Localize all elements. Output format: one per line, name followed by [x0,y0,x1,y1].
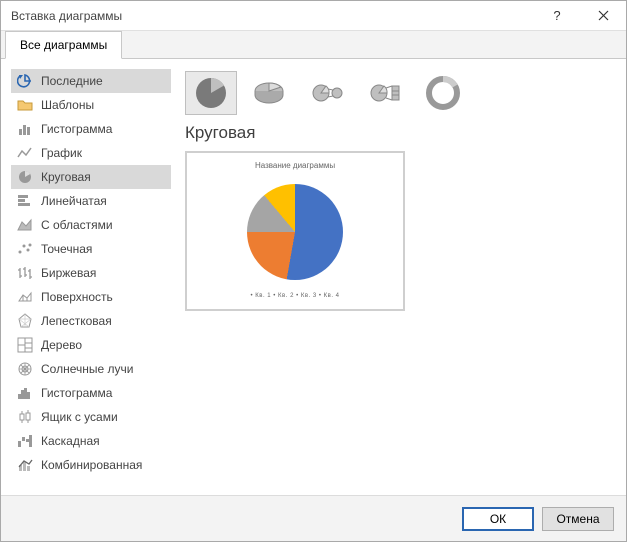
preview-pie [247,184,343,280]
dialog-window: Вставка диаграммы ? Все диаграммы Послед… [0,0,627,542]
titlebar: Вставка диаграммы ? [1,1,626,31]
area-chart-icon [17,217,33,233]
tabs-row: Все диаграммы [1,31,626,59]
sidebar-item-boxwhisker[interactable]: Ящик с усами [11,405,171,429]
subtype-bar-of-pie[interactable] [359,71,411,115]
sidebar-item-label: Каскадная [41,434,100,448]
sidebar-item-bar[interactable]: Линейчатая [11,189,171,213]
combo-chart-icon [17,457,33,473]
boxwhisker-icon [17,409,33,425]
sidebar-item-label: Шаблоны [41,98,94,112]
chart-preview-inner: Название диаграммы • Кв. 1 • Кв. 2 • Кв.… [191,157,399,305]
sidebar-item-label: Лепестковая [41,314,112,328]
sidebar-item-pie[interactable]: Круговая [11,165,171,189]
subtype-row [185,69,616,117]
histogram-icon [17,385,33,401]
bar-chart-icon [17,193,33,209]
chart-category-list: Последние Шаблоны Гистограмма График [11,69,171,495]
sidebar-item-surface[interactable]: Поверхность [11,285,171,309]
sidebar-item-label: Солнечные лучи [41,362,133,376]
sidebar-item-recent[interactable]: Последние [11,69,171,93]
radar-chart-icon [17,313,33,329]
waterfall-icon [17,433,33,449]
close-button[interactable] [580,1,626,31]
sidebar-item-treemap[interactable]: Дерево [11,333,171,357]
cancel-label: Отмена [556,512,599,526]
window-title: Вставка диаграммы [11,9,122,23]
pie-chart-icon [17,169,33,185]
sidebar-item-area[interactable]: С областями [11,213,171,237]
surface-chart-icon [17,289,33,305]
stock-chart-icon [17,265,33,281]
chart-type-title: Круговая [185,123,616,143]
treemap-icon [17,337,33,353]
subtype-pie[interactable] [185,71,237,115]
subtype-doughnut[interactable] [417,71,469,115]
sidebar-item-stock[interactable]: Биржевая [11,261,171,285]
cancel-button[interactable]: Отмена [542,507,614,531]
subtype-pie-3d[interactable] [243,71,295,115]
preview-legend: • Кв. 1 • Кв. 2 • Кв. 3 • Кв. 4 [251,293,340,299]
column-chart-icon [17,121,33,137]
sunburst-icon [17,361,33,377]
sidebar-item-combo[interactable]: Комбинированная [11,453,171,477]
sidebar-item-label: Гистограмма [41,122,112,136]
tab-label: Все диаграммы [20,38,107,52]
sidebar-item-label: Линейчатая [41,194,107,208]
sidebar-item-sunburst[interactable]: Солнечные лучи [11,357,171,381]
sidebar-item-label: Последние [41,74,103,88]
sidebar-item-label: Ящик с усами [41,410,118,424]
ok-button[interactable]: ОК [462,507,534,531]
content-pane: Круговая Название диаграммы • Кв. 1 • Кв… [171,69,616,495]
sidebar-item-label: Гистограмма [41,386,112,400]
sidebar-item-label: Комбинированная [41,458,142,472]
ok-label: ОК [490,512,506,526]
dialog-body: Последние Шаблоны Гистограмма График [1,59,626,495]
sidebar-item-radar[interactable]: Лепестковая [11,309,171,333]
sidebar-item-column[interactable]: Гистограмма [11,117,171,141]
sidebar-item-scatter[interactable]: Точечная [11,237,171,261]
sidebar-item-label: Дерево [41,338,82,352]
preview-pie-wrap [247,170,343,293]
recent-icon [17,73,33,89]
sidebar-item-label: Точечная [41,242,92,256]
sidebar-item-histogram[interactable]: Гистограмма [11,381,171,405]
sidebar-item-line[interactable]: График [11,141,171,165]
help-button[interactable]: ? [534,1,580,31]
sidebar-item-label: Круговая [41,170,91,184]
scatter-chart-icon [17,241,33,257]
folder-icon [17,97,33,113]
line-chart-icon [17,145,33,161]
chart-preview[interactable]: Название диаграммы • Кв. 1 • Кв. 2 • Кв.… [185,151,405,311]
sidebar-item-label: Биржевая [41,266,96,280]
dialog-footer: ОК Отмена [1,495,626,541]
subtype-pie-of-pie[interactable] [301,71,353,115]
sidebar-item-templates[interactable]: Шаблоны [11,93,171,117]
tab-all-charts[interactable]: Все диаграммы [5,31,122,59]
preview-chart-title: Название диаграммы [255,161,335,170]
sidebar-item-waterfall[interactable]: Каскадная [11,429,171,453]
sidebar-item-label: С областями [41,218,113,232]
sidebar-item-label: График [41,146,82,160]
sidebar-item-label: Поверхность [41,290,113,304]
